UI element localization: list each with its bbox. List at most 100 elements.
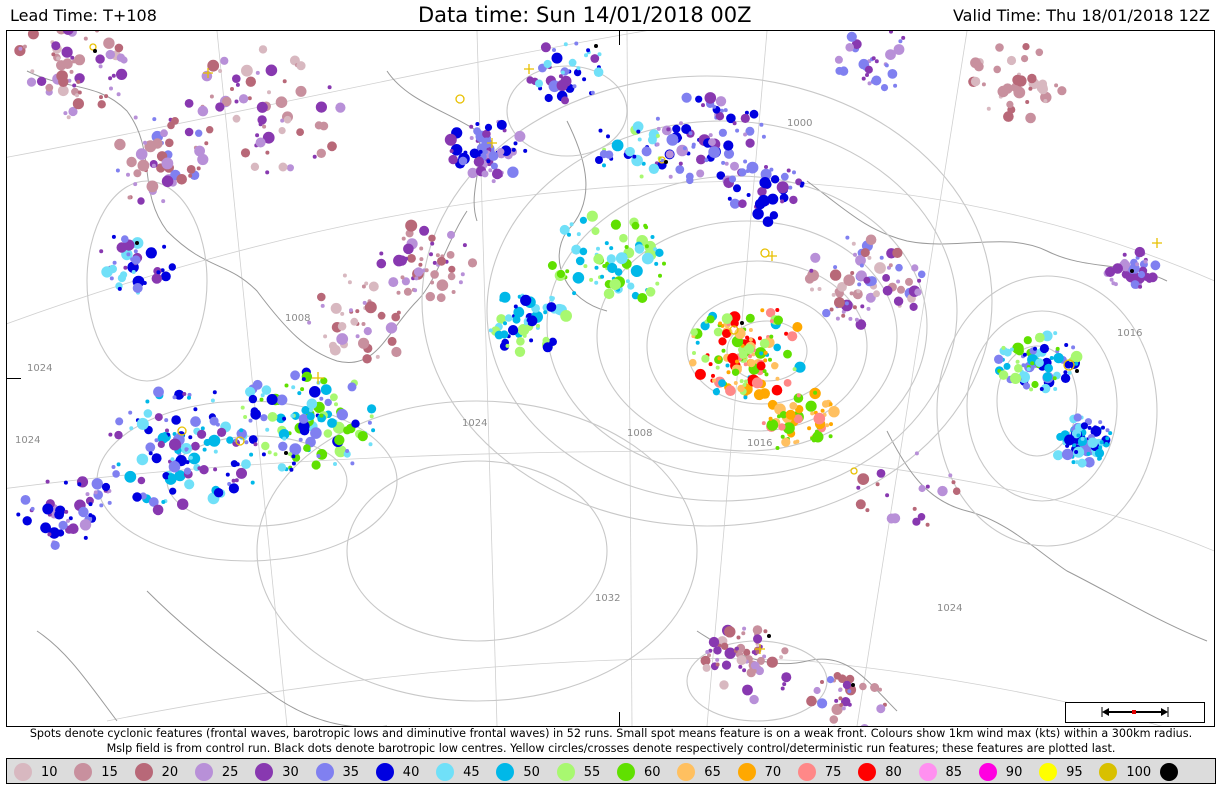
feature-spot — [757, 194, 770, 207]
feature-spot — [681, 92, 692, 103]
feature-spot — [1043, 99, 1048, 103]
feature-spot — [368, 442, 373, 447]
feature-spot — [176, 174, 187, 185]
feature-spot — [351, 419, 360, 428]
feature-spot — [1105, 436, 1110, 441]
feature-spot — [196, 166, 201, 171]
feature-spot — [350, 317, 359, 326]
feature-spot — [234, 99, 239, 104]
feature-spot — [717, 356, 722, 361]
feature-spot — [368, 281, 379, 292]
feature-spot — [357, 431, 368, 442]
feature-spot — [593, 253, 604, 265]
feature-spot — [1105, 266, 1116, 277]
feature-spot — [265, 170, 270, 175]
feature-spot — [810, 411, 815, 416]
feature-spot — [734, 646, 739, 651]
feature-spot — [128, 410, 133, 415]
feature-spot — [769, 319, 774, 324]
feature-spot — [838, 688, 843, 692]
feature-spot — [95, 31, 99, 33]
feature-spot — [207, 59, 220, 72]
legend-swatch — [74, 763, 93, 781]
feature-spot — [708, 133, 713, 138]
feature-spot — [488, 168, 493, 173]
feature-spot — [248, 394, 258, 404]
feature-spot — [347, 382, 357, 392]
feature-spot — [197, 105, 209, 117]
caption: Spots denote cyclonic features (frontal … — [0, 727, 1222, 756]
feature-spot — [105, 49, 116, 60]
feature-spot — [83, 36, 88, 41]
feature-spot — [800, 181, 805, 186]
feature-spot — [860, 724, 869, 726]
feature-spot — [267, 450, 272, 455]
feature-spot — [561, 96, 569, 105]
feature-spot — [1055, 346, 1060, 351]
feature-spot — [742, 668, 747, 673]
feature-spot — [151, 273, 162, 284]
feature-spot — [361, 284, 366, 289]
map-panel[interactable]: 1008 1016 1024 1032 1024 1008 1024 1016 … — [6, 30, 1215, 727]
feature-spot — [469, 124, 474, 129]
feature-spot — [775, 446, 780, 450]
feature-spot — [131, 270, 136, 274]
feature-spot — [993, 65, 1001, 74]
feature-spot — [814, 429, 819, 434]
feature-spot — [567, 232, 571, 237]
feature-spot — [785, 409, 796, 420]
feature-spot — [701, 103, 705, 108]
feature-spot — [706, 315, 715, 324]
feature-spot — [641, 252, 654, 265]
feature-spot — [763, 350, 768, 355]
feature-spot — [262, 124, 267, 129]
feature-spot — [316, 454, 321, 458]
legend-item: 30 — [255, 761, 299, 783]
feature-spot — [568, 58, 577, 67]
feature-spot — [167, 473, 176, 482]
feature-spot — [1034, 332, 1045, 343]
feature-spot — [766, 419, 779, 431]
feature-spot — [751, 650, 756, 655]
feature-spot — [396, 290, 401, 295]
legend-item: 95 — [1039, 761, 1083, 783]
feature-spot — [1108, 431, 1113, 436]
legend-swatch — [194, 763, 213, 781]
legend-swatch — [617, 763, 635, 781]
feature-spot — [572, 84, 577, 89]
feature-spot — [1143, 259, 1148, 264]
feature-spot — [736, 635, 741, 640]
feature-spot — [306, 398, 318, 410]
feature-spot — [1087, 437, 1099, 449]
feature-spot — [58, 520, 68, 530]
feature-spot — [1064, 434, 1075, 446]
feature-spot — [129, 426, 134, 431]
feature-spot — [543, 59, 552, 69]
feature-spot — [833, 672, 842, 680]
feature-spot — [300, 387, 305, 392]
feature-spot — [290, 413, 295, 418]
feature-spot — [867, 81, 872, 86]
legend-label: 45 — [463, 764, 480, 780]
caption-line-2: Mslp field is from control run. Black do… — [106, 741, 1116, 755]
feature-spot — [164, 418, 169, 423]
feature-spot — [56, 56, 61, 61]
feature-spot — [47, 532, 52, 537]
feature-spot — [721, 348, 726, 353]
feature-spot — [576, 232, 581, 237]
feature-spot — [855, 499, 866, 510]
feature-spot — [99, 95, 103, 100]
feature-spot — [1064, 343, 1069, 347]
feature-spot — [952, 487, 961, 496]
feature-spot — [516, 337, 525, 346]
feature-spot — [708, 138, 716, 146]
feature-spot — [74, 54, 86, 66]
feature-spot — [769, 334, 774, 339]
feature-spot — [278, 441, 288, 451]
feature-spot — [739, 379, 744, 384]
feature-spot — [636, 129, 641, 134]
feature-spot — [668, 174, 673, 179]
feature-spot — [634, 244, 645, 254]
feature-spot — [888, 263, 893, 268]
feature-spot — [604, 241, 609, 246]
